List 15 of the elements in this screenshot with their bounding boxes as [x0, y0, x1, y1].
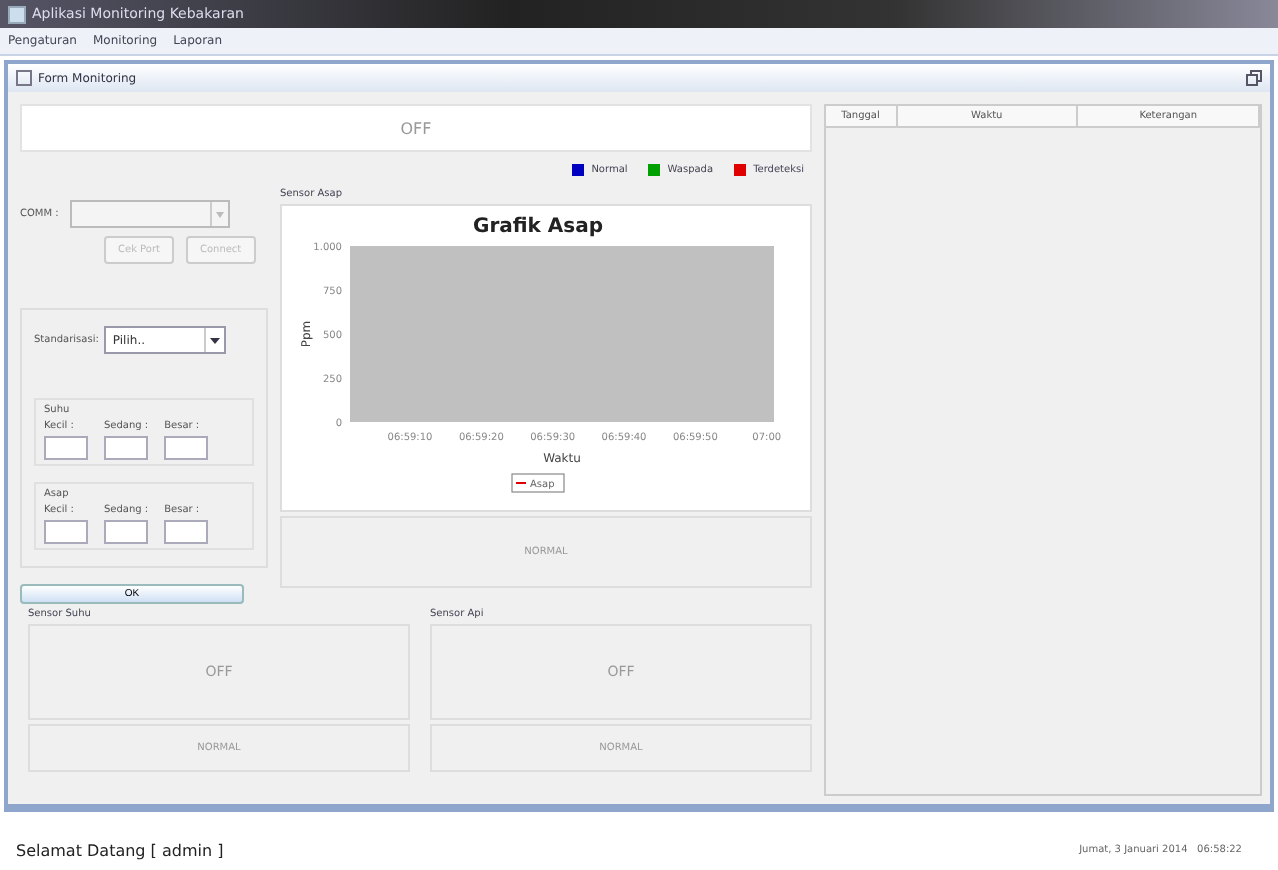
- dropdown-icon: [210, 337, 221, 343]
- chart-title: Grafik Asap: [472, 216, 604, 238]
- app-icon: [8, 5, 26, 23]
- input-field[interactable]: [104, 520, 148, 544]
- dropdown-icon: [216, 211, 225, 217]
- input-field[interactable]: [164, 436, 209, 460]
- input-field[interactable]: [164, 520, 209, 544]
- welcome-text: Selamat Datang [ admin ]: [16, 841, 224, 859]
- input-field[interactable]: [104, 436, 148, 460]
- frame-icon: [16, 70, 32, 86]
- input-field[interactable]: [44, 436, 88, 460]
- status-banner: OFF: [20, 104, 812, 152]
- port-combo[interactable]: [70, 200, 231, 228]
- restore-icon[interactable]: [1246, 70, 1262, 86]
- input-field[interactable]: [44, 520, 88, 544]
